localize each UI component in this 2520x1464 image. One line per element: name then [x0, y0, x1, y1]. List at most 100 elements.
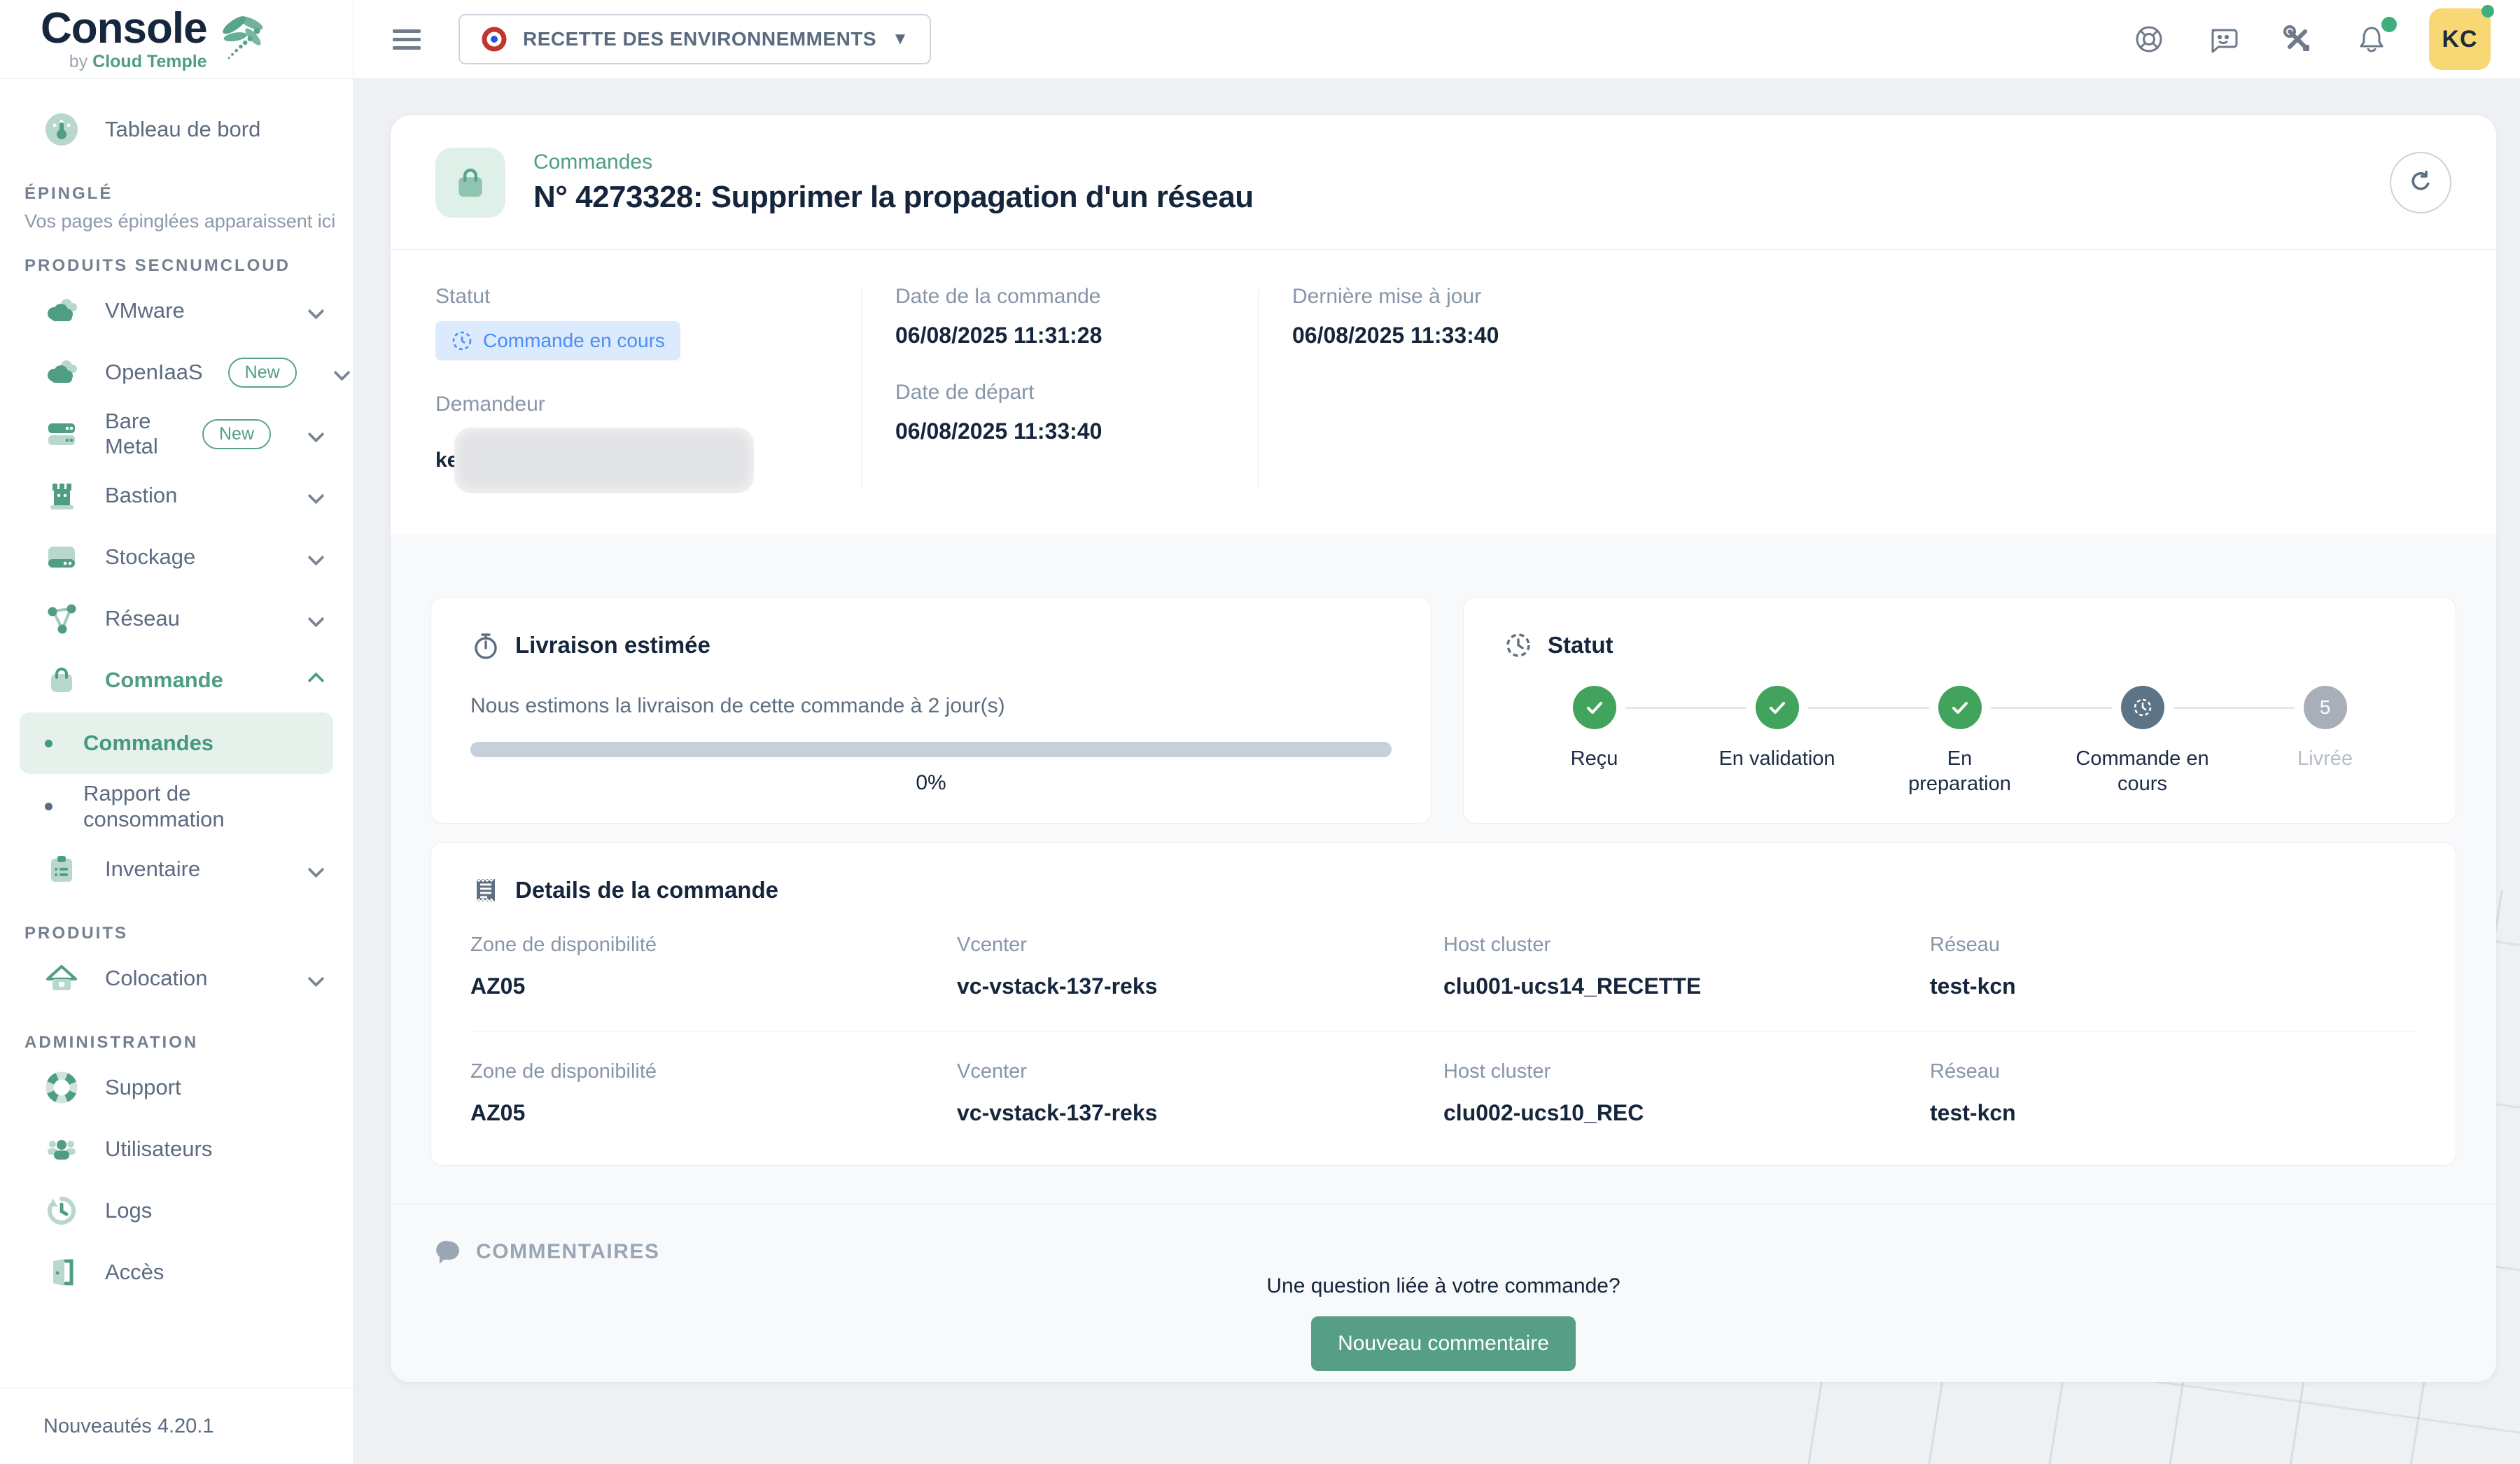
- sidebar-nav: Tableau de bord ÉPINGLÉ Vos pages épingl…: [0, 79, 353, 1388]
- section-produits: PRODUITS: [0, 924, 353, 943]
- new-badge: New: [228, 358, 297, 388]
- column-label: Vcenter: [957, 934, 1443, 957]
- lifebuoy-icon: [43, 1069, 80, 1106]
- delivery-estimate-text: Nous estimons la livraison de cette comm…: [470, 694, 1392, 718]
- date-commande-label: Date de la commande: [895, 285, 1224, 309]
- table-row: Zone de disponibilité AZ05 Vcenter vc-vs…: [470, 906, 2416, 1032]
- castle-icon: [43, 477, 80, 514]
- sidebar-item-support[interactable]: Support: [0, 1057, 353, 1118]
- summary-col-3: Dernière mise à jour 06/08/2025 11:33:40: [1292, 285, 2451, 493]
- cell-value: vc-vstack-137-reks: [957, 973, 1443, 999]
- clock-icon: [451, 330, 473, 352]
- cell-vcenter: Vcenter vc-vstack-137-reks: [957, 934, 1443, 999]
- house-icon: [43, 960, 80, 997]
- chevron-down-icon: [307, 302, 324, 319]
- sidebar-subitem-commandes[interactable]: Commandes: [20, 712, 333, 774]
- notification-dot: [2381, 17, 2397, 32]
- sidebar-item-stockage[interactable]: Stockage: [0, 526, 353, 588]
- date-depart-label: Date de départ: [895, 381, 1224, 404]
- pinned-hint: Vos pages épinglées apparaissent ici: [0, 211, 353, 232]
- caret-down-icon: ▼: [892, 29, 909, 49]
- breadcrumb[interactable]: Commandes: [533, 150, 1254, 174]
- sidebar-item-commande[interactable]: Commande: [0, 649, 353, 711]
- sidebar-item-label: Inventaire: [105, 857, 200, 882]
- whats-new-link[interactable]: Nouveautés 4.20.1: [0, 1388, 353, 1464]
- sidebar-item-dashboard[interactable]: Tableau de bord: [0, 99, 353, 160]
- storage-icon: [43, 539, 80, 575]
- maj-label: Dernière mise à jour: [1292, 285, 2451, 309]
- server-icon: [43, 416, 80, 452]
- avatar-initials: KC: [2442, 26, 2477, 53]
- sidebar-item-bare-metal[interactable]: Bare Metal New: [0, 403, 353, 465]
- clock-icon: [2121, 686, 2164, 729]
- logo-title: Console: [41, 4, 207, 52]
- order-header: Commandes N° 4273328: Supprimer la propa…: [391, 115, 2496, 250]
- order-summary: Statut Commande en cours Demandeur ke Da…: [391, 250, 2496, 534]
- sidebar-item-label: Support: [105, 1075, 181, 1100]
- check-icon: [1573, 686, 1616, 729]
- step-label: En preparation: [1893, 746, 2026, 797]
- column-label: Vcenter: [957, 1060, 1443, 1083]
- sidebar-item-colocation[interactable]: Colocation: [0, 948, 353, 1009]
- speech-bubble-icon: [435, 1238, 463, 1266]
- cards-row: Livraison estimée Nous estimons la livra…: [391, 597, 2496, 824]
- new-comment-button[interactable]: Nouveau commentaire: [1311, 1316, 1576, 1371]
- section-pinned: ÉPINGLÉ: [0, 184, 353, 204]
- sidebar-item-label: Commande: [105, 668, 223, 693]
- column-label: Zone de disponibilité: [470, 934, 957, 957]
- clock-icon: [1503, 630, 1534, 661]
- sidebar-item-vmware[interactable]: VMware: [0, 280, 353, 342]
- demandeur-label: Demandeur: [435, 393, 827, 416]
- feedback-button[interactable]: [2206, 22, 2240, 56]
- logo-brand: Cloud Temple: [92, 52, 206, 71]
- stepper-card-title: Statut: [1548, 632, 1614, 659]
- status-stepper-card: Statut Reçu En validation: [1463, 597, 2456, 824]
- cell-value: test-kcn: [1930, 973, 2416, 999]
- delivery-card-header: Livraison estimée: [470, 630, 1392, 661]
- details-card-header: Details de la commande: [470, 875, 2416, 906]
- comments-question: Une question liée à votre commande?: [1266, 1274, 1620, 1298]
- menu-icon[interactable]: [393, 24, 424, 55]
- sidebar-item-utilisateurs[interactable]: Utilisateurs: [0, 1118, 353, 1180]
- divider: [861, 289, 862, 489]
- sidebar-item-acces[interactable]: Accès: [0, 1241, 353, 1303]
- comments-section: COMMENTAIRES Une question liée à votre c…: [391, 1204, 2496, 1371]
- sidebar-item-label: Utilisateurs: [105, 1136, 212, 1162]
- statut-label: Statut: [435, 285, 827, 309]
- sidebar-item-reseau[interactable]: Réseau: [0, 588, 353, 649]
- progress-bar: [470, 742, 1392, 757]
- sidebar-item-inventaire[interactable]: Inventaire: [0, 838, 353, 900]
- step-en-preparation: En preparation: [1868, 686, 2051, 797]
- environment-selector[interactable]: RECETTE DES ENVIRONNEMMENTS ▼: [458, 14, 931, 64]
- tools-icon: [2281, 23, 2314, 55]
- avatar[interactable]: KC: [2429, 8, 2491, 70]
- check-icon: [1938, 686, 1982, 729]
- help-lifebuoy-button[interactable]: [2132, 22, 2166, 56]
- step-label: Commande en cours: [2073, 746, 2213, 797]
- sidebar: Console by Cloud Temple: [0, 0, 354, 1464]
- step-commande-en-cours: Commande en cours: [2051, 686, 2234, 797]
- shopping-bag-icon: [43, 662, 80, 698]
- comments-header: COMMENTAIRES: [435, 1238, 2451, 1266]
- cell-value: test-kcn: [1930, 1100, 2416, 1126]
- stepper: Reçu En validation En preparation: [1503, 686, 2416, 797]
- order-icon-badge: [435, 148, 505, 218]
- order-details-card: Details de la commande Zone de disponibi…: [430, 842, 2456, 1166]
- sidebar-item-label: Tableau de bord: [105, 117, 260, 142]
- sidebar-item-openiaas[interactable]: OpenIaaS New: [0, 342, 353, 403]
- sidebar-item-logs[interactable]: Logs: [0, 1180, 353, 1241]
- notifications-button[interactable]: [2355, 22, 2388, 56]
- tools-button[interactable]: [2281, 22, 2314, 56]
- cell-zone: Zone de disponibilité AZ05: [470, 934, 957, 999]
- comments-title: COMMENTAIRES: [476, 1240, 659, 1264]
- refresh-button[interactable]: [2390, 152, 2451, 213]
- cell-zone: Zone de disponibilité AZ05: [470, 1060, 957, 1126]
- bullet-icon: [45, 740, 52, 747]
- step-number: 5: [2304, 686, 2347, 729]
- step-label: En validation: [1718, 746, 1835, 771]
- environment-target-icon: [481, 26, 507, 52]
- sidebar-subitem-rapport-consommation[interactable]: Rapport de consommation: [20, 775, 333, 837]
- sidebar-item-bastion[interactable]: Bastion: [0, 465, 353, 526]
- status-badge: Commande en cours: [435, 321, 680, 360]
- order-header-text: Commandes N° 4273328: Supprimer la propa…: [533, 150, 1254, 215]
